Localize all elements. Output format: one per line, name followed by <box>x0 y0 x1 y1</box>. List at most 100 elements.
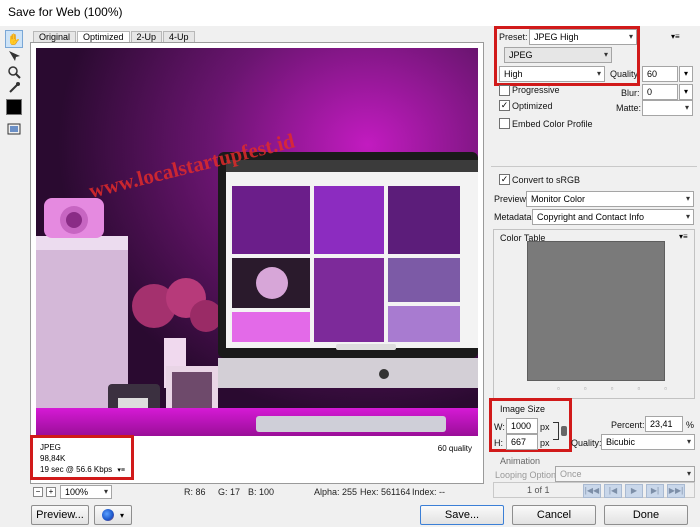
quality-slider-button[interactable]: ▾ <box>679 66 693 82</box>
eyedropper-tool-button[interactable] <box>5 79 23 97</box>
optimize-menu-icon[interactable]: ▾≡ <box>671 32 680 41</box>
green-value: G: 17 <box>218 487 241 497</box>
title-bar: Save for Web (100%) <box>0 0 700 26</box>
settings-panel: Preset: JPEG High ▾ ▾≡ JPEG ▾ High ▾ Qualit… <box>489 26 697 498</box>
chevron-down-icon: ▾ <box>684 103 689 112</box>
speed-menu-icon[interactable]: ▾≡ <box>117 467 125 474</box>
frame-counter: 1 of 1 <box>527 485 550 495</box>
height-unit: px <box>540 438 550 448</box>
first-frame-icon: |◀◀ <box>584 486 600 495</box>
preview-color-select[interactable]: Monitor Color ▾ <box>526 191 694 207</box>
preview-color-label: Preview: <box>494 194 529 204</box>
zoom-out-button[interactable]: − <box>33 487 43 497</box>
width-input[interactable]: 1000 <box>506 418 538 434</box>
width-label: W: <box>494 422 505 432</box>
animation-title: Animation <box>500 456 541 466</box>
optimized-checkbox[interactable]: ✓ <box>499 100 510 111</box>
cancel-button[interactable]: Cancel <box>512 505 596 525</box>
matte-label: Matte: <box>616 103 642 113</box>
chevron-down-icon: ▾ <box>685 212 690 221</box>
blur-slider-button[interactable]: ▾ <box>679 84 693 100</box>
browser-preview-select[interactable]: ▾ <box>94 505 132 525</box>
eyedropper-icon <box>9 82 20 93</box>
done-button[interactable]: Done <box>604 505 688 525</box>
looping-options-select[interactable]: Once ▾ <box>555 466 695 482</box>
first-frame-button[interactable]: |◀◀ <box>583 484 601 498</box>
download-speed: 19 sec @ 56.6 Kbps ▾≡ <box>40 465 126 474</box>
embed-color-profile-label: Embed Color Profile <box>512 119 593 129</box>
preset-highlight <box>494 26 640 86</box>
hand-tool-button[interactable]: ✋ <box>5 30 23 48</box>
preview-image[interactable]: www.localstartupfest.id <box>36 48 478 436</box>
play-button[interactable]: ▶ <box>625 484 643 498</box>
width-unit: px <box>540 422 550 432</box>
embed-color-profile-checkbox[interactable] <box>499 118 510 129</box>
next-frame-button[interactable]: ▶| <box>646 484 664 498</box>
window-title: Save for Web (100%) <box>8 5 123 19</box>
web-shift-icon[interactable]: ▫ <box>584 384 587 394</box>
index-value: Index: -- <box>412 487 446 497</box>
hex-value: Hex: 561164 <box>360 487 411 497</box>
percent-label: Percent: <box>611 420 645 430</box>
chevron-down-icon: ▾ <box>119 510 124 520</box>
percent-unit: % <box>686 420 695 430</box>
color-table-grid[interactable] <box>527 241 665 381</box>
delete-color-icon[interactable]: ▫ <box>664 384 667 394</box>
browser-icon <box>101 509 114 521</box>
save-button[interactable]: Save... <box>420 505 504 525</box>
quality-input[interactable]: 60 <box>642 66 678 82</box>
map-color-icon[interactable]: ▫ <box>557 384 560 394</box>
alpha-value: Alpha: 255 <box>314 487 358 497</box>
looping-options-label: Looping Options: <box>495 470 564 480</box>
previous-frame-button[interactable]: |◀ <box>604 484 622 498</box>
previous-frame-icon: |◀ <box>608 486 618 495</box>
preview-photo: www.localstartupfest.id <box>36 48 478 436</box>
image-info-bar: JPEG 98,84K 19 sec @ 56.6 Kbps ▾≡ 60 qua… <box>30 435 478 480</box>
height-label: H: <box>494 438 503 448</box>
preview-button[interactable]: Preview... <box>31 505 89 525</box>
matte-select[interactable]: ▾ <box>642 100 693 116</box>
color-table-toolbar: ▫ ▫ ▫ ▫ ▫ <box>557 384 667 394</box>
color-table-menu-icon[interactable]: ▾≡ <box>679 232 688 241</box>
zoom-in-button[interactable]: + <box>46 487 56 497</box>
last-frame-icon: ▶▶| <box>668 486 684 495</box>
blur-input[interactable]: 0 <box>642 84 678 100</box>
new-color-icon[interactable]: ▫ <box>637 384 640 394</box>
output-format: JPEG <box>40 443 61 452</box>
chevron-down-icon: ▾ <box>686 437 691 446</box>
link-icon[interactable] <box>561 426 567 436</box>
toggle-slices-button[interactable] <box>5 120 23 138</box>
metadata-label: Metadata: <box>494 212 535 222</box>
slice-select-icon <box>9 51 20 61</box>
resample-quality-select[interactable]: Bicubic ▾ <box>601 434 695 450</box>
lock-color-icon[interactable]: ▫ <box>611 384 614 394</box>
chevron-down-icon: ▾ <box>686 469 691 478</box>
save-for-web-window: Save for Web (100%) ✋ Original Optimized… <box>0 0 700 527</box>
next-frame-icon: ▶| <box>650 486 660 495</box>
eyedropper-color-swatch[interactable] <box>6 99 22 115</box>
progressive-label: Progressive <box>512 85 560 95</box>
resample-quality-label: Quality: <box>571 438 602 448</box>
progressive-checkbox[interactable] <box>499 85 510 96</box>
metadata-select[interactable]: Copyright and Contact Info ▾ <box>532 209 694 225</box>
divider <box>491 166 697 167</box>
optimized-label: Optimized <box>512 101 553 111</box>
blue-value: B: 100 <box>248 487 275 497</box>
chevron-down-icon: ▾ <box>685 194 690 203</box>
hand-icon: ✋ <box>7 33 21 46</box>
chevron-down-icon: ▾ <box>103 487 108 496</box>
output-quality: 60 quality <box>437 444 472 453</box>
zoom-icon <box>8 66 21 79</box>
convert-srgb-label: Convert to sRGB <box>512 175 581 185</box>
red-value: R: 86 <box>184 487 206 497</box>
last-frame-button[interactable]: ▶▶| <box>667 484 685 498</box>
blur-label: Blur: <box>621 88 640 98</box>
slices-visibility-icon <box>7 123 21 135</box>
zoom-level-select[interactable]: 100% ▾ <box>60 485 112 499</box>
height-input[interactable]: 667 <box>506 434 538 450</box>
percent-input[interactable]: 23,41 <box>645 416 683 432</box>
constrain-proportions-bracket <box>553 422 559 440</box>
play-icon: ▶ <box>630 486 638 495</box>
convert-srgb-checkbox[interactable]: ✓ <box>499 174 510 185</box>
output-file-size: 98,84K <box>40 454 66 463</box>
